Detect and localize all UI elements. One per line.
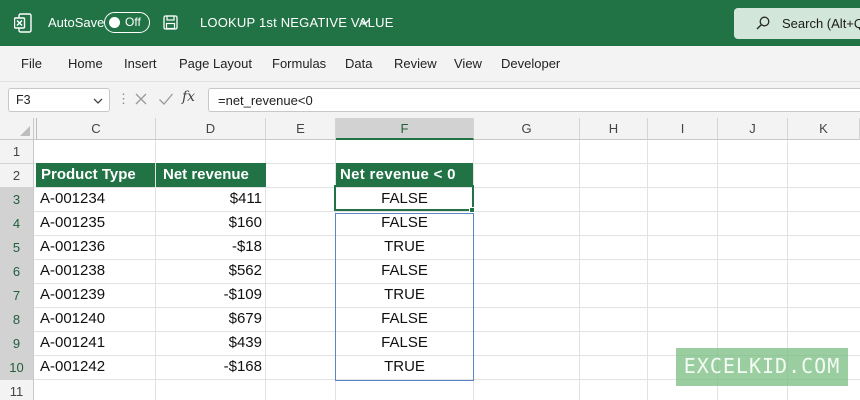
net-revenue-cell[interactable]: $562	[156, 259, 262, 283]
column-header-g[interactable]: G	[474, 118, 580, 140]
net-revenue-cell[interactable]: -$18	[156, 235, 262, 259]
tab-home[interactable]: Home	[68, 56, 103, 71]
watermark-text: EXCELKID.COM	[683, 354, 841, 378]
row-header-9[interactable]: 9	[0, 332, 34, 356]
net-revenue-cell[interactable]: $439	[156, 331, 262, 355]
tab-developer[interactable]: Developer	[501, 56, 560, 71]
row-header-11[interactable]: 11	[0, 380, 34, 400]
save-icon[interactable]	[163, 15, 178, 30]
net-revenue-cell[interactable]: $160	[156, 211, 262, 235]
row-header-3[interactable]: 3	[0, 188, 34, 212]
net-revenue-cell[interactable]: -$109	[156, 283, 262, 307]
net-revenue-cell[interactable]: -$168	[156, 355, 262, 379]
formula-input[interactable]: =net_revenue<0	[208, 88, 860, 112]
grid-line	[579, 140, 580, 400]
row-header-5[interactable]: 5	[0, 236, 34, 260]
select-all-icon	[20, 126, 30, 136]
name-box-value: F3	[16, 93, 31, 107]
row-header-6[interactable]: 6	[0, 260, 34, 284]
toggle-knob	[109, 16, 120, 28]
autosave-label: AutoSave	[48, 15, 105, 30]
column-header-d[interactable]: D	[156, 118, 266, 140]
tab-file[interactable]: File	[21, 56, 42, 71]
check-icon[interactable]	[158, 92, 174, 106]
product-type-cell[interactable]: A-001242	[40, 355, 154, 379]
row-header-10[interactable]: 10	[0, 356, 34, 380]
formula-text: =net_revenue<0	[218, 93, 313, 108]
header-net-revenue[interactable]: Net revenue	[156, 163, 266, 187]
header-product-type[interactable]: Product Type	[36, 163, 155, 187]
header-net-revenue-negative[interactable]: Net revenue < 0	[336, 163, 473, 187]
column-header-e[interactable]: E	[266, 118, 336, 140]
product-type-cell[interactable]: A-001241	[40, 331, 154, 355]
name-box[interactable]: F3	[8, 88, 110, 112]
product-type-cell[interactable]: A-001235	[40, 211, 154, 235]
cancel-icon[interactable]	[134, 92, 148, 106]
grid-line	[647, 140, 648, 400]
net-revenue-cell[interactable]: $679	[156, 307, 262, 331]
product-type-cell[interactable]: A-001239	[40, 283, 154, 307]
title-bar: AutoSave Off LOOKUP 1st NEGATIVE VALUE S…	[0, 0, 860, 46]
product-type-cell[interactable]: A-001236	[40, 235, 154, 259]
watermark: EXCELKID.COM	[676, 348, 848, 386]
column-header-h[interactable]: H	[580, 118, 648, 140]
tab-formulas[interactable]: Formulas	[272, 56, 326, 71]
search-placeholder: Search (Alt+Q)	[782, 16, 860, 31]
formula-bar: F3 ⋮ fx =net_revenue<0	[0, 82, 860, 118]
row-header-7[interactable]: 7	[0, 284, 34, 308]
chevron-down-icon[interactable]	[93, 97, 103, 105]
search-icon	[756, 16, 770, 30]
tab-review[interactable]: Review	[394, 56, 437, 71]
row-header-1[interactable]: 1	[0, 140, 34, 164]
excel-logo-icon[interactable]	[14, 13, 32, 33]
row-header-4[interactable]: 4	[0, 212, 34, 236]
autosave-state: Off	[125, 15, 141, 29]
search-box[interactable]: Search (Alt+Q)	[734, 8, 860, 39]
product-type-cell[interactable]: A-001240	[40, 307, 154, 331]
select-all-corner[interactable]	[0, 118, 34, 140]
tab-view[interactable]: View	[454, 56, 482, 71]
column-header-j[interactable]: J	[718, 118, 788, 140]
fill-handle[interactable]	[469, 207, 475, 213]
ribbon-tabs: File Home Insert Page Layout Formulas Da…	[0, 46, 860, 82]
product-type-cell[interactable]: A-001238	[40, 259, 154, 283]
row-header-8[interactable]: 8	[0, 308, 34, 332]
column-header-i[interactable]: I	[648, 118, 718, 140]
autosave-toggle[interactable]: Off	[104, 12, 150, 33]
insert-function-icon[interactable]: fx	[182, 89, 195, 105]
product-type-cell[interactable]: A-001234	[40, 187, 154, 211]
net-revenue-cell[interactable]: $411	[156, 187, 262, 211]
tab-data[interactable]: Data	[345, 56, 372, 71]
active-cell-border	[334, 185, 474, 211]
tab-page-layout[interactable]: Page Layout	[179, 56, 252, 71]
column-header-k[interactable]: K	[788, 118, 860, 140]
tab-insert[interactable]: Insert	[124, 56, 157, 71]
column-header-f[interactable]: F	[336, 118, 474, 140]
column-header-c[interactable]: C	[37, 118, 156, 140]
row-header-2[interactable]: 2	[0, 164, 34, 188]
more-options-icon[interactable]: ⋮	[117, 91, 130, 107]
chevron-down-icon[interactable]	[360, 18, 370, 26]
selection-range	[335, 213, 474, 381]
